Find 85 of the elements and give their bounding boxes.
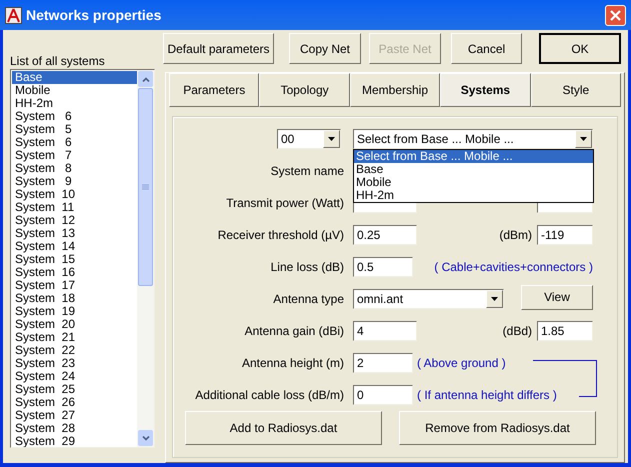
dropdown-button[interactable] <box>323 130 340 148</box>
tab[interactable]: Topology <box>259 73 350 107</box>
caret-icon <box>491 297 498 301</box>
chevron-down-icon <box>142 436 150 440</box>
tab[interactable]: Systems <box>440 73 531 107</box>
field-label: Additional cable loss (dB/m) <box>194 387 345 404</box>
list-item[interactable]: System 19 <box>12 305 137 318</box>
input-field[interactable]: 0.5 <box>353 257 413 277</box>
dropdown-button[interactable] <box>575 130 592 148</box>
list-item[interactable]: System 14 <box>12 240 137 253</box>
field-label: Antenna type <box>272 291 345 308</box>
list-item[interactable]: System 25 <box>12 383 137 396</box>
list-item[interactable]: System 17 <box>12 279 137 292</box>
list-item[interactable]: HH-2m <box>12 97 137 110</box>
close-icon <box>610 10 621 20</box>
list-item[interactable]: System 28 <box>12 422 137 435</box>
dropdown-option[interactable]: Mobile <box>354 176 593 189</box>
list-item[interactable]: System 15 <box>12 253 137 266</box>
antenna-combo[interactable]: omni.ant <box>353 289 504 309</box>
list-item[interactable]: System 7 <box>12 149 137 162</box>
caret-icon <box>328 137 335 141</box>
scroll-thumb[interactable] <box>138 88 153 286</box>
field-label: Antenna gain (dBi) <box>244 323 345 340</box>
list-item[interactable]: System 24 <box>12 370 137 383</box>
dialog-button[interactable]: Cancel <box>451 33 522 64</box>
list-item[interactable]: System 11 <box>12 201 137 214</box>
list-item[interactable]: System 20 <box>12 318 137 331</box>
list-item[interactable]: System 18 <box>12 292 137 305</box>
field-label: Line loss (dB) <box>270 259 345 276</box>
list-item[interactable]: System 5 <box>12 123 137 136</box>
hint-text: ( Above ground ) <box>417 355 506 372</box>
list-item[interactable]: System 6 <box>12 110 137 123</box>
dropdown-button[interactable] <box>486 290 503 308</box>
system-combo[interactable]: Select from Base ... Mobile ... <box>353 129 593 149</box>
list-item[interactable]: System 21 <box>12 331 137 344</box>
input-field[interactable]: -119 <box>537 225 593 245</box>
input-field[interactable]: 4 <box>353 321 417 341</box>
list-label: List of all systems <box>10 53 106 69</box>
dialog-button[interactable]: Add to Radiosys.dat <box>185 411 382 445</box>
list-item[interactable]: System 8 <box>12 162 137 175</box>
tab[interactable]: Parameters <box>169 73 260 107</box>
chevron-up-icon <box>142 76 150 82</box>
scrollbar[interactable] <box>137 70 154 447</box>
input-field[interactable]: 2 <box>353 353 413 373</box>
list-item[interactable]: System 9 <box>12 175 137 188</box>
hint-text: ( Cable+cavities+connectors ) <box>434 259 593 276</box>
list-item[interactable]: System 6 <box>12 136 137 149</box>
field-label: Transmit power (Watt) <box>225 195 345 212</box>
field-label: Receiver threshold (µV) <box>216 227 345 244</box>
caret-icon <box>580 137 587 141</box>
list-item[interactable]: System 23 <box>12 357 137 370</box>
unit-label: (dBm) <box>499 227 532 244</box>
tab[interactable]: Membership <box>350 73 440 107</box>
list-item[interactable]: System 10 <box>12 188 137 201</box>
dropdown-option[interactable]: HH-2m <box>354 189 593 202</box>
app-icon <box>5 6 22 24</box>
dialog-button[interactable]: OK <box>539 33 621 64</box>
list-item[interactable]: System 27 <box>12 409 137 422</box>
list-item[interactable]: System 13 <box>12 227 137 240</box>
grip-icon <box>142 184 149 190</box>
field-label: Antenna height (m) <box>240 355 345 372</box>
dialog-button[interactable]: Copy Net <box>289 33 361 64</box>
list-item[interactable]: System 16 <box>12 266 137 279</box>
input-field[interactable]: 0.25 <box>353 225 417 245</box>
input-field[interactable]: 0 <box>353 385 413 405</box>
unit-label: (dBd) <box>502 323 532 340</box>
dialog-button[interactable]: Remove from Radiosys.dat <box>399 411 596 445</box>
list-item[interactable]: System 12 <box>12 214 137 227</box>
view-button[interactable]: View <box>521 284 593 310</box>
scroll-up-button[interactable] <box>138 71 153 87</box>
tab[interactable]: Style <box>530 73 622 107</box>
list-item[interactable]: Base <box>12 71 137 84</box>
dropdown-option[interactable]: Base <box>354 163 593 176</box>
dialog-button[interactable]: Default parameters <box>163 33 274 64</box>
window-title: Networks properties <box>26 6 162 25</box>
input-field[interactable]: 1.85 <box>537 321 593 341</box>
close-button[interactable] <box>605 4 626 26</box>
field-label: System name <box>270 163 345 180</box>
list-item[interactable]: System 22 <box>12 344 137 357</box>
list-item[interactable]: System 26 <box>12 396 137 409</box>
number-combo[interactable]: 00 <box>277 129 341 149</box>
list-item[interactable]: Mobile <box>12 84 137 97</box>
hint-text: ( If antenna height differs ) <box>417 387 557 404</box>
scroll-down-button[interactable] <box>138 430 153 446</box>
dropdown-option[interactable]: Select from Base ... Mobile ... <box>354 150 593 163</box>
